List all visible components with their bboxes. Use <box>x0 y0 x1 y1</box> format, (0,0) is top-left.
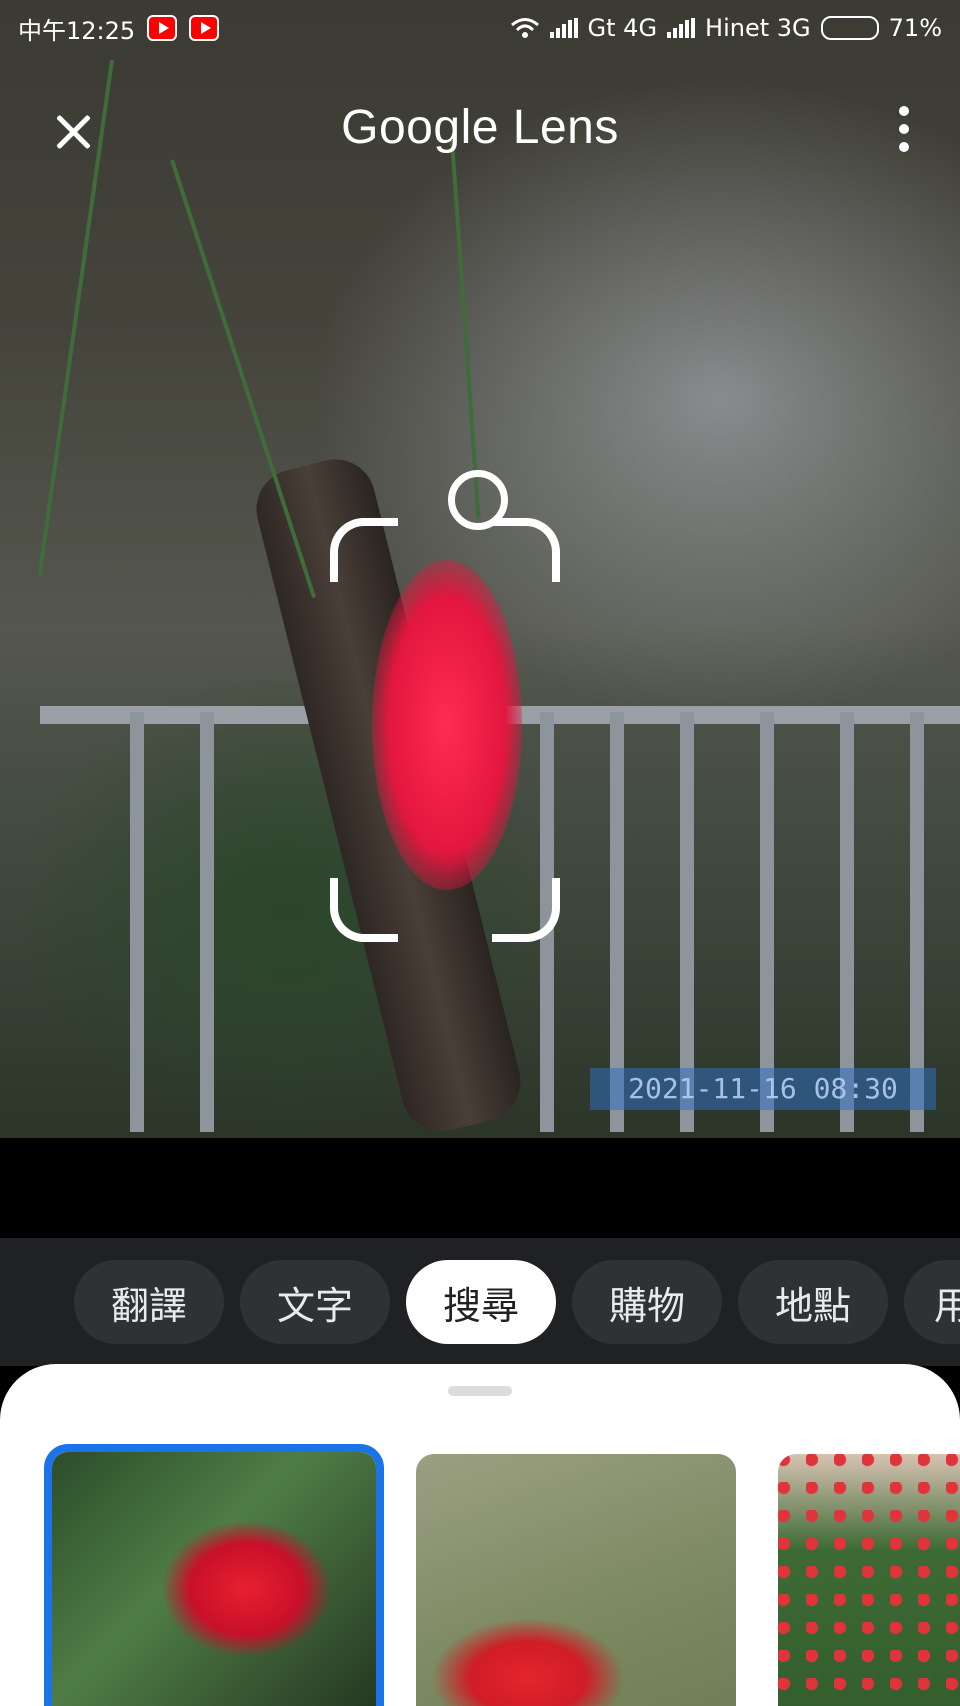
more-vert-icon[interactable] <box>898 106 910 152</box>
search-point-icon[interactable] <box>448 470 508 530</box>
result-thumbnail[interactable] <box>778 1454 960 1706</box>
carrier-2-label: Hinet 3G <box>705 14 811 42</box>
reticle-corner[interactable] <box>330 518 398 582</box>
result-image <box>52 1452 376 1706</box>
youtube-notification-icon <box>147 15 178 41</box>
app-title: Google Lens <box>341 101 619 154</box>
top-bar: Google Lens <box>0 92 960 164</box>
wifi-icon <box>510 18 539 38</box>
results-sheet <box>0 1364 960 1706</box>
tab-search[interactable]: 搜尋 <box>406 1260 556 1344</box>
status-bar: 中午12:25 Gt 4G Hinet 3G 71% <box>0 0 960 56</box>
reticle-corner[interactable] <box>492 878 560 942</box>
result-image <box>416 1454 736 1706</box>
tab-more[interactable]: 用 <box>904 1260 960 1344</box>
photo-timestamp: 2021-11-16 08:30 <box>590 1068 936 1110</box>
tab-places[interactable]: 地點 <box>738 1260 888 1344</box>
youtube-notification-icon <box>189 15 220 41</box>
leaf-branch <box>450 139 481 520</box>
carrier-1-label: Gt 4G <box>587 14 658 42</box>
reticle-corner[interactable] <box>330 878 398 942</box>
signal-icon <box>667 18 696 38</box>
selection-reticle[interactable] <box>330 518 560 942</box>
tab-translate[interactable]: 翻譯 <box>74 1260 224 1344</box>
result-image <box>778 1454 960 1706</box>
battery-percent: 71% <box>888 14 942 42</box>
tab-shopping[interactable]: 購物 <box>572 1260 722 1344</box>
fence-bar <box>130 712 144 1132</box>
status-time: 中午12:25 <box>18 16 136 45</box>
mode-tabs: 翻譯 文字 搜尋 購物 地點 用 <box>0 1238 960 1366</box>
battery-icon <box>820 16 879 40</box>
tab-text[interactable]: 文字 <box>240 1260 390 1344</box>
result-thumbnail[interactable] <box>44 1444 384 1706</box>
sheet-drag-handle[interactable] <box>448 1386 512 1396</box>
result-thumbnail[interactable] <box>416 1454 736 1706</box>
reticle-corner[interactable] <box>492 518 560 582</box>
leaf-branch <box>170 159 317 599</box>
signal-icon <box>549 18 578 38</box>
fence-bar <box>200 712 214 1132</box>
